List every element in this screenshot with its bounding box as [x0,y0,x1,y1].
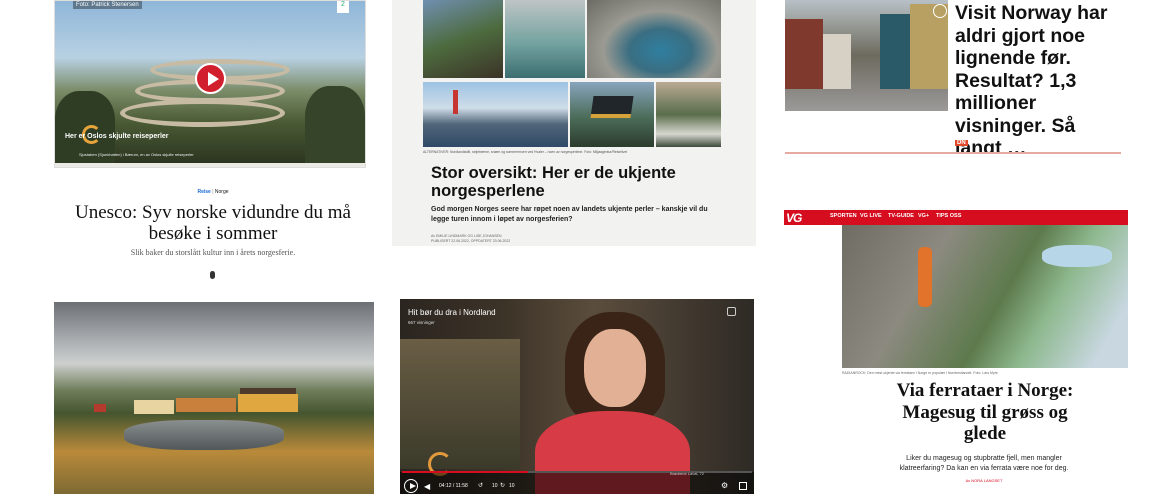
video-player[interactable]: Hit bør du dra i Nordland 667 visninger … [400,299,754,494]
tower-ring [120,99,285,127]
grid-photo [570,82,654,147]
house-shape [823,34,851,89]
photo-caption: ALTERNATIVER: Nordlandsbåt, seljetrærne,… [423,150,628,154]
building-shape [134,400,174,414]
nav-item-sporten[interactable]: SPORTEN [830,213,857,219]
grid-photo [423,82,568,147]
building-shape [176,398,236,412]
view-count: 667 visninger [408,320,435,325]
badge-icon: 2 [337,1,349,13]
house-shape [785,19,823,89]
building-shape [94,404,106,412]
camera-icon[interactable] [933,4,947,18]
progress-fill [402,471,528,473]
grid-photo [587,0,721,78]
volume-icon[interactable]: ◀ [424,482,430,491]
section-label: Reise | Norge [54,189,372,195]
house-shape [880,14,910,89]
article-headline[interactable]: Via ferrataer i Norge: Magesug til grøss… [880,380,1090,445]
person-face-shape [584,329,646,407]
article-photo [842,225,1128,368]
video-teaser-card[interactable]: Foto: Patrick Stenersen 2 Her er Oslos s… [54,0,366,168]
byline: Av NORA LANGSET [965,478,1003,483]
video-title: Hit bør du dra i Nordland [408,308,496,317]
video-title: Her er Oslos skjulte reiseperler [65,133,169,140]
rewind-seconds: 10 [492,483,498,489]
roof-shape [240,388,296,394]
forward-icon[interactable]: ↻ [500,482,505,489]
landscape-photo-card[interactable] [54,302,374,494]
nav-item-tv-guide[interactable]: TV-GUIDE [888,213,914,219]
background-shape [400,339,520,469]
grid-photo [656,82,721,147]
tree-shape [305,86,365,163]
article-photo [785,0,948,111]
photo-credit: Foto: Patrick Stenersen [73,1,142,9]
microphone-icon[interactable] [210,271,215,279]
subsection-link[interactable]: Norge [215,189,229,195]
lake-shape [124,420,284,450]
grid-photo [423,0,503,78]
source-badge: DN [955,140,968,146]
nav-item-vg-plus[interactable]: VG+ [918,213,929,219]
vg-logo[interactable]: VG [786,211,802,225]
settings-icon[interactable]: ⚙ [721,481,728,490]
top-navbar: VG SPORTEN VG LIVE TV-GUIDE VG+ TIPS OSS [784,210,1128,225]
video-frame[interactable] [400,299,754,494]
forward-seconds: 10 [509,483,515,489]
nav-item-vg-live[interactable]: VG LIVE [860,213,882,219]
grid-photo [505,0,585,78]
vg-article-card[interactable]: VG SPORTEN VG LIVE TV-GUIDE VG+ TIPS OSS… [784,210,1128,494]
published-date: PUBLISERT 22.06.2022, OPPDATERT 23.06.20… [431,239,511,243]
article-headline[interactable]: Stor oversikt: Her er de ukjente norgesp… [431,164,731,200]
byline: Av EMILIE LINDMARK OG LISE JOHANSEN [431,234,502,238]
climber-shape [918,247,932,307]
section-link[interactable]: Reise [197,189,210,195]
lake-shape [1042,245,1112,267]
photo-grid-article-card[interactable]: ALTERNATIVER: Nordlandsbåt, seljetrærne,… [392,0,756,246]
play-icon[interactable] [404,479,418,493]
nav-item-tips-oss[interactable]: TIPS OSS [936,213,961,219]
article-headline[interactable]: Unesco: Syv norske vidundre du må besøke… [60,202,366,244]
time-readout: 04:12 / 11:58 [439,483,468,489]
cabin-shape [590,96,634,118]
article-lead: God morgen Norges seere har røpet noen a… [431,206,708,223]
photo-caption: RADIANROCK: Den mest ukjente via ferrata… [842,371,998,375]
article-lead: Slik baker du storslått kultur inn i åre… [130,248,296,257]
lighthouse-shape [453,90,458,114]
video-caption: Sjustaben (Sjunkhatten) i Bærum, en av O… [79,152,194,157]
share-icon[interactable] [727,307,736,316]
article-headline[interactable]: Visit Norway har aldri gjort noe lignend… [955,2,1121,152]
watermark-text: Brødrene Laval, 72 [670,471,705,476]
play-icon[interactable] [195,63,226,94]
article-card[interactable]: Visit Norway har aldri gjort noe lignend… [785,0,1121,154]
rewind-icon[interactable]: ↺ [478,482,483,489]
article-lead: Liker du magesug og stupbratte fjell, me… [899,455,1069,472]
fullscreen-icon[interactable] [739,482,747,490]
building-shape [238,394,298,412]
